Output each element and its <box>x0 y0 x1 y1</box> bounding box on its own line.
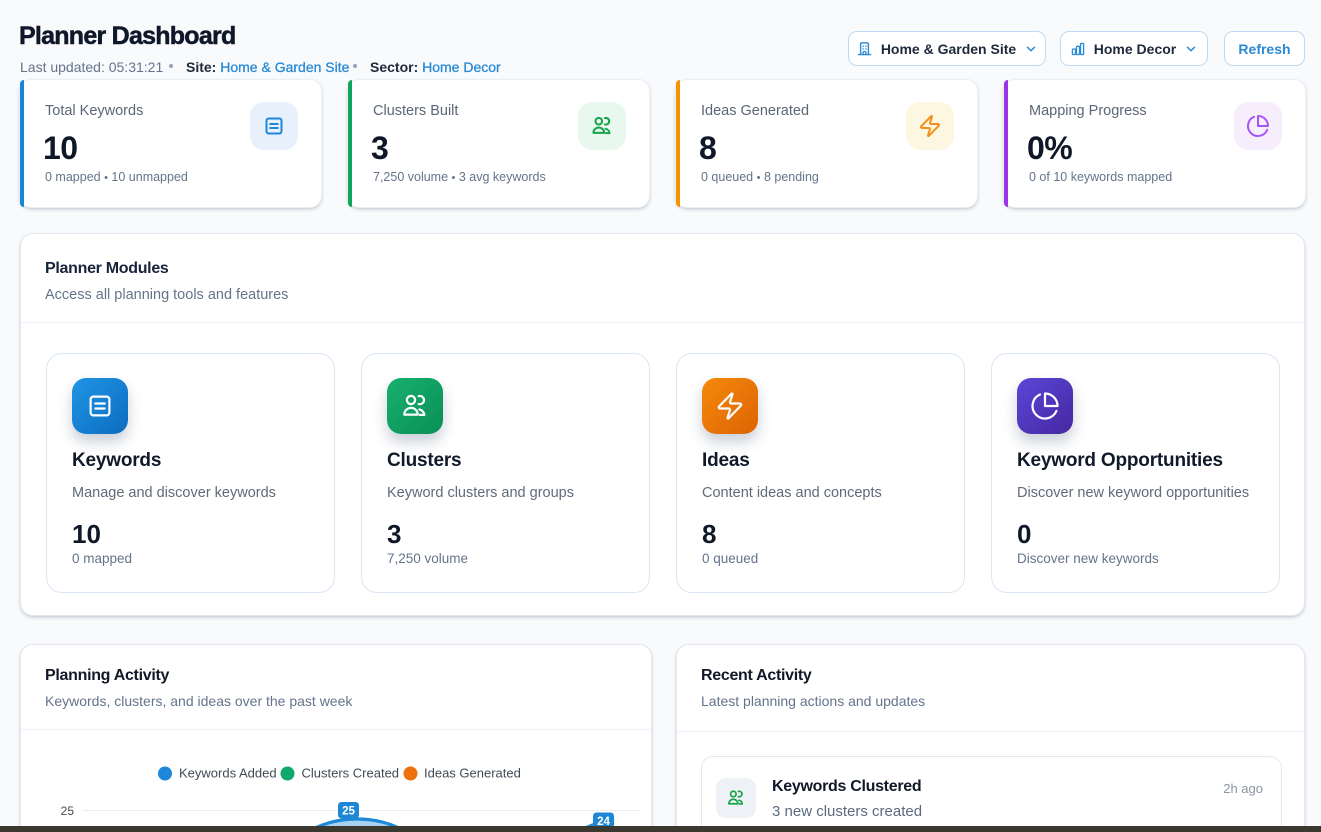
svg-text:Keywords Added: Keywords Added <box>179 766 277 781</box>
svg-text:Clusters Created: Clusters Created <box>302 766 400 781</box>
svg-text:25: 25 <box>61 804 75 818</box>
svg-text:25: 25 <box>342 806 355 818</box>
svg-text:Ideas Generated: Ideas Generated <box>424 766 521 781</box>
